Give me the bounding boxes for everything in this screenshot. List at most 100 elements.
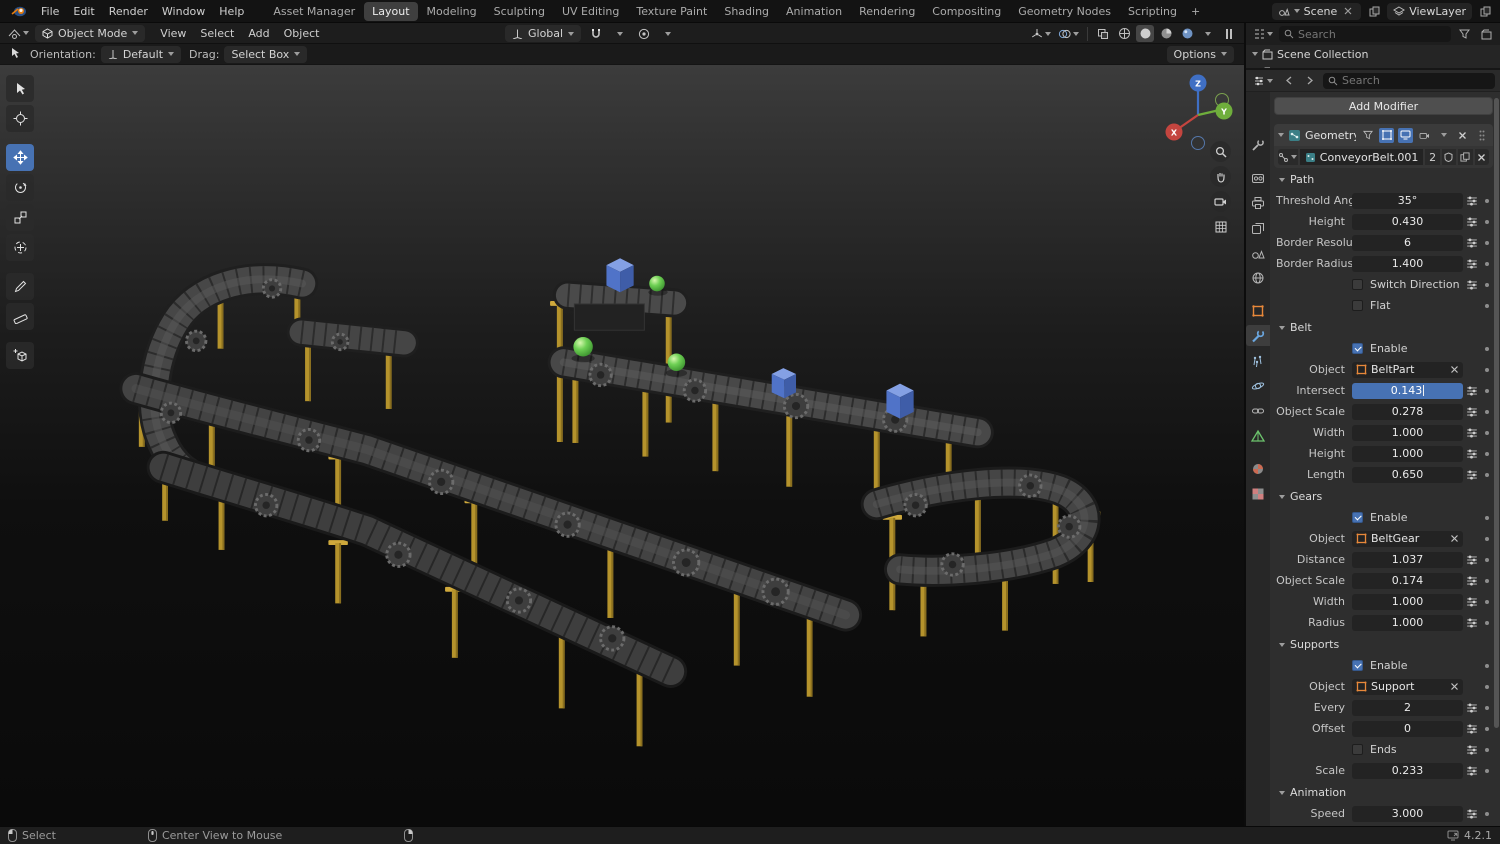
decorator-dot[interactable] bbox=[1485, 241, 1489, 245]
belt-gear[interactable] bbox=[763, 579, 788, 604]
input-attribute-toggle-icon[interactable] bbox=[1463, 237, 1480, 249]
scene-selector[interactable]: Scene bbox=[1272, 3, 1362, 20]
belt-gear[interactable] bbox=[942, 554, 963, 575]
enable-checkbox[interactable] bbox=[1352, 660, 1363, 671]
shading-rendered-button[interactable] bbox=[1178, 25, 1196, 42]
tab-constraints[interactable] bbox=[1246, 400, 1270, 421]
xray-toggle[interactable] bbox=[1094, 25, 1112, 42]
gizmo-axis-negative[interactable] bbox=[1192, 137, 1205, 150]
every-field[interactable]: 2 bbox=[1352, 700, 1463, 716]
section-header-belt[interactable]: Belt bbox=[1274, 317, 1493, 338]
workspace-tab-layout[interactable]: Layout bbox=[364, 2, 417, 21]
add-modifier-button[interactable]: Add Modifier bbox=[1274, 97, 1493, 115]
decorator-dot[interactable] bbox=[1485, 199, 1489, 203]
decorator-dot[interactable] bbox=[1485, 727, 1489, 731]
flat-checkbox[interactable] bbox=[1352, 300, 1363, 311]
belt-gear[interactable] bbox=[556, 513, 579, 536]
blender-logo-icon[interactable] bbox=[8, 3, 30, 19]
shading-dropdown[interactable] bbox=[1199, 25, 1217, 42]
decorator-dot[interactable] bbox=[1485, 516, 1489, 520]
belt-gear[interactable] bbox=[905, 494, 926, 515]
tab-object[interactable] bbox=[1246, 300, 1270, 321]
decorator-dot[interactable] bbox=[1485, 368, 1489, 372]
tool-measure[interactable] bbox=[6, 303, 34, 330]
chevron-down-icon[interactable] bbox=[1278, 133, 1284, 137]
width-field[interactable]: 1.000 bbox=[1352, 594, 1463, 610]
input-attribute-toggle-icon[interactable] bbox=[1463, 216, 1480, 228]
support-leg[interactable] bbox=[465, 498, 484, 567]
nav-back-button[interactable] bbox=[1279, 72, 1297, 89]
support-leg[interactable] bbox=[445, 587, 464, 658]
show-gizmo-toggle[interactable] bbox=[1029, 25, 1053, 42]
menu-window[interactable]: Window bbox=[155, 2, 212, 21]
modifier-name[interactable]: GeometryNo... bbox=[1305, 129, 1356, 142]
decorator-dot[interactable] bbox=[1485, 452, 1489, 456]
decorator-dot[interactable] bbox=[1485, 473, 1489, 477]
display-render-toggle[interactable] bbox=[1417, 128, 1432, 143]
3d-viewport[interactable]: Object Mode ViewSelectAddObject Global bbox=[0, 23, 1244, 826]
decorator-dot[interactable] bbox=[1485, 621, 1489, 625]
decorator-dot[interactable] bbox=[1485, 706, 1489, 710]
blue-cube[interactable] bbox=[886, 384, 913, 419]
workspace-tab-animation[interactable]: Animation bbox=[778, 2, 850, 21]
belt-gear[interactable] bbox=[263, 280, 280, 297]
show-overlays-toggle[interactable] bbox=[1056, 25, 1081, 42]
decorator-dot[interactable] bbox=[1485, 262, 1489, 266]
belt-gear[interactable] bbox=[1058, 516, 1079, 537]
workspace-tab-sculpting[interactable]: Sculpting bbox=[486, 2, 553, 21]
tool-transform[interactable] bbox=[6, 234, 34, 261]
fake-user-toggle[interactable] bbox=[1442, 149, 1456, 165]
new-viewlayer-button[interactable] bbox=[1478, 4, 1492, 18]
belt-gear[interactable] bbox=[332, 334, 348, 350]
height-field[interactable]: 0.430 bbox=[1352, 214, 1463, 230]
object-scale-field[interactable]: 0.174 bbox=[1352, 573, 1463, 589]
workspace-tab-geometry-nodes[interactable]: Geometry Nodes bbox=[1010, 2, 1119, 21]
belt-gear[interactable] bbox=[590, 364, 611, 385]
section-header-path[interactable]: Path bbox=[1274, 169, 1493, 190]
tab-view-layer[interactable] bbox=[1246, 217, 1270, 238]
menu-render[interactable]: Render bbox=[102, 2, 155, 21]
input-attribute-toggle-icon[interactable] bbox=[1463, 596, 1480, 608]
support-leg[interactable] bbox=[379, 348, 398, 409]
properties-search-input[interactable] bbox=[1342, 74, 1490, 87]
belt-gear[interactable] bbox=[674, 550, 699, 575]
menu-file[interactable]: File bbox=[34, 2, 66, 21]
viewport-menu-add[interactable]: Add bbox=[241, 25, 276, 42]
input-attribute-toggle-icon[interactable] bbox=[1463, 258, 1480, 270]
belt-gear[interactable] bbox=[298, 429, 319, 450]
unlink-object-button[interactable] bbox=[1450, 534, 1459, 543]
unlink-scene-icon[interactable] bbox=[1341, 4, 1355, 18]
tab-material[interactable] bbox=[1246, 458, 1270, 479]
workspace-tab-texture-paint[interactable]: Texture Paint bbox=[628, 2, 715, 21]
switch-direction-checkbox[interactable] bbox=[1352, 279, 1363, 290]
workspace-tab-shading[interactable]: Shading bbox=[716, 2, 777, 21]
menu-edit[interactable]: Edit bbox=[66, 2, 101, 21]
tool-add-cube[interactable] bbox=[6, 342, 34, 369]
workspace-tab-scripting[interactable]: Scripting bbox=[1120, 2, 1185, 21]
toggle-ortho-button[interactable] bbox=[1210, 216, 1231, 237]
conveyor-belt[interactable] bbox=[568, 295, 675, 303]
outliner-search-input[interactable] bbox=[1298, 28, 1446, 41]
input-attribute-toggle-icon[interactable] bbox=[1463, 617, 1480, 629]
belt-gear[interactable] bbox=[507, 589, 530, 612]
scale-field[interactable]: 0.233 bbox=[1352, 763, 1463, 779]
zoom-button[interactable] bbox=[1210, 141, 1231, 162]
unlink-node-group-button[interactable] bbox=[1475, 149, 1489, 165]
tool-select-box[interactable] bbox=[6, 75, 34, 102]
workspace-tab-rendering[interactable]: Rendering bbox=[851, 2, 923, 21]
input-attribute-toggle-icon[interactable] bbox=[1463, 575, 1480, 587]
section-header-supports[interactable]: Supports bbox=[1274, 634, 1493, 655]
tab-world[interactable] bbox=[1246, 267, 1270, 288]
orientation-setting-dropdown[interactable]: Default bbox=[101, 46, 181, 63]
input-attribute-toggle-icon[interactable] bbox=[1463, 554, 1480, 566]
green-sphere[interactable] bbox=[668, 354, 685, 371]
tab-tool[interactable] bbox=[1246, 134, 1270, 155]
distance-field[interactable]: 1.037 bbox=[1352, 552, 1463, 568]
decorator-dot[interactable] bbox=[1485, 685, 1489, 689]
display-edit-mode-toggle[interactable] bbox=[1379, 128, 1394, 143]
decorator-dot[interactable] bbox=[1485, 347, 1489, 351]
unlink-object-button[interactable] bbox=[1450, 365, 1459, 374]
workspace-tab-uv-editing[interactable]: UV Editing bbox=[554, 2, 627, 21]
speed-field[interactable]: 3.000 bbox=[1352, 806, 1463, 822]
tab-scene[interactable] bbox=[1246, 242, 1270, 263]
